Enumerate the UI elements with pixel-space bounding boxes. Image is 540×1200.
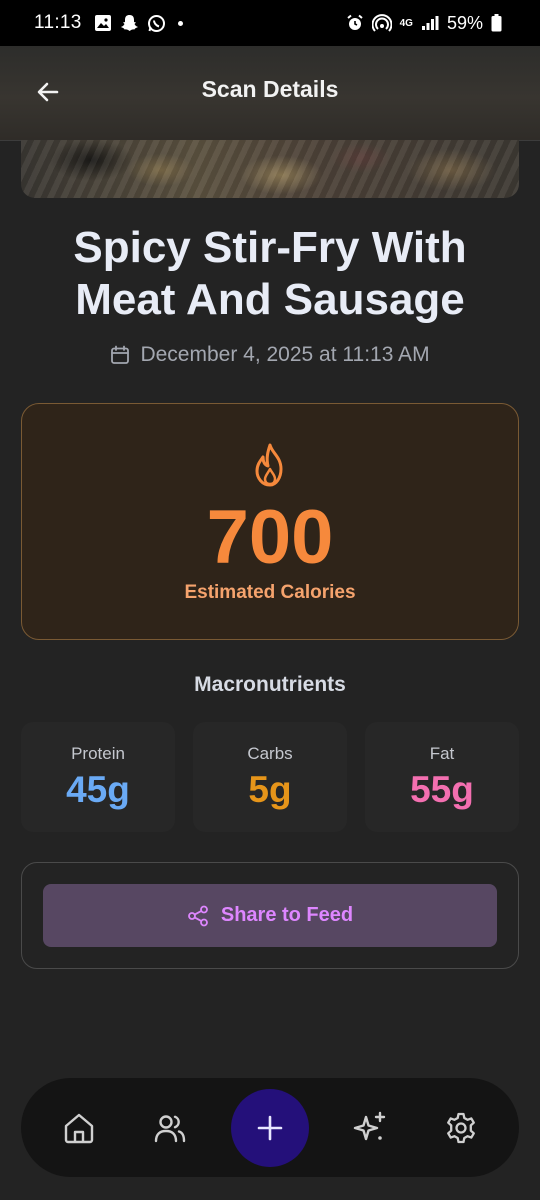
network-label: 4G	[399, 17, 413, 29]
flame-icon	[22, 442, 518, 488]
macro-label: Fat	[429, 744, 455, 763]
gallery-icon	[94, 14, 112, 32]
battery-icon	[491, 14, 502, 32]
status-bar: 11:13 4G 59%	[0, 0, 540, 46]
snapchat-icon	[120, 14, 139, 32]
share-icon	[187, 905, 208, 926]
meal-name: Spicy Stir-Fry With Meat And Sausage	[73, 223, 467, 324]
notification-dot	[177, 20, 183, 26]
header: Scan Details	[0, 46, 540, 141]
gear-icon	[447, 1112, 476, 1143]
alarm-icon	[346, 14, 364, 32]
macro-carbs: Carbs 5g	[193, 722, 347, 832]
status-time: 11:13	[34, 12, 82, 33]
add-scan-button[interactable]	[230, 1088, 309, 1167]
page-title: Scan Details	[201, 76, 339, 102]
macro-value: 55g	[410, 769, 474, 810]
calories-value: 700	[206, 495, 334, 580]
macronutrients-heading: Macronutrients	[194, 673, 346, 696]
sparkles-icon	[353, 1111, 386, 1140]
signal-icon	[421, 15, 439, 31]
users-icon	[154, 1114, 185, 1142]
hotspot-icon	[371, 14, 392, 32]
whatsapp-icon	[147, 14, 166, 33]
calendar-icon	[111, 345, 130, 364]
macro-protein: Protein 45g	[21, 722, 175, 832]
nav-settings[interactable]	[431, 1098, 491, 1158]
calories-card: 700 Estimated Calories	[21, 403, 519, 640]
network-4g-icon: 4G	[399, 17, 413, 29]
share-label: Share to Feed	[220, 904, 354, 926]
macro-fat: Fat 55g	[365, 722, 519, 832]
macro-label: Protein	[71, 744, 125, 763]
home-icon	[64, 1113, 93, 1143]
plus-icon	[257, 1115, 283, 1140]
meal-date: December 4, 2025 at 11:13 AM	[140, 343, 430, 366]
bottom-nav	[21, 1078, 519, 1177]
macro-value: 45g	[66, 769, 130, 810]
nav-home[interactable]	[49, 1098, 109, 1158]
macro-label: Carbs	[247, 744, 293, 763]
macro-row: Protein 45g Carbs 5g Fat 55g	[21, 722, 519, 832]
meal-photo	[21, 140, 519, 198]
nav-community[interactable]	[140, 1098, 200, 1158]
share-card: Share to Feed	[21, 862, 519, 969]
nav-ai[interactable]	[340, 1098, 400, 1158]
battery-percent: 59%	[446, 12, 483, 33]
calories-label: Estimated Calories	[184, 582, 356, 603]
macro-value: 5g	[248, 769, 292, 810]
share-to-feed-button[interactable]: Share to Feed	[43, 884, 497, 947]
meal-date-row: December 4, 2025 at 11:13 AM	[0, 343, 540, 367]
